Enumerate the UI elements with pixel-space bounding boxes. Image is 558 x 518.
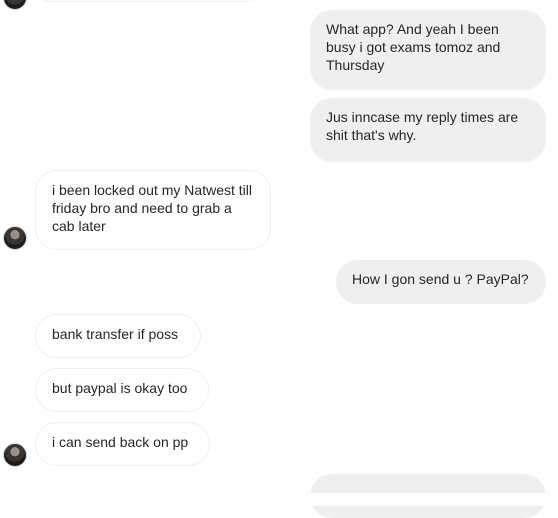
- message-text: i been locked out my Natwest till friday…: [52, 182, 252, 234]
- message-bubble-incoming-clipped[interactable]: [36, 0, 262, 2]
- message-text: Jus inncase my reply times are shit that…: [326, 109, 519, 143]
- message-bubble-outgoing[interactable]: What app? And yeah I been busy i got exa…: [310, 10, 546, 90]
- message-bubble-incoming[interactable]: but paypal is okay too: [35, 368, 209, 412]
- avatar[interactable]: [3, 0, 27, 10]
- message-bubble-outgoing[interactable]: How I gon send u ? PayPal?: [336, 260, 546, 304]
- avatar[interactable]: [3, 443, 27, 467]
- message-text: but paypal is okay too: [52, 380, 188, 396]
- message-text: bank transfer if poss: [52, 326, 179, 342]
- message-text: What app? And yeah I been busy i got exa…: [326, 21, 501, 73]
- message-bubble-incoming[interactable]: bank transfer if poss: [35, 314, 201, 358]
- message-text: How I gon send u ? PayPal?: [352, 271, 529, 287]
- message-text: i can send back on pp: [52, 434, 189, 450]
- message-bubble-incoming[interactable]: i been locked out my Natwest till friday…: [35, 170, 271, 250]
- message-bubble-incoming[interactable]: i can send back on pp: [35, 422, 210, 466]
- message-bubble-outgoing[interactable]: Jus inncase my reply times are shit that…: [310, 98, 546, 162]
- avatar[interactable]: [3, 226, 27, 250]
- scroll-clip-mask: [0, 493, 558, 506]
- message-thread: What app? And yeah I been busy i got exa…: [0, 0, 558, 518]
